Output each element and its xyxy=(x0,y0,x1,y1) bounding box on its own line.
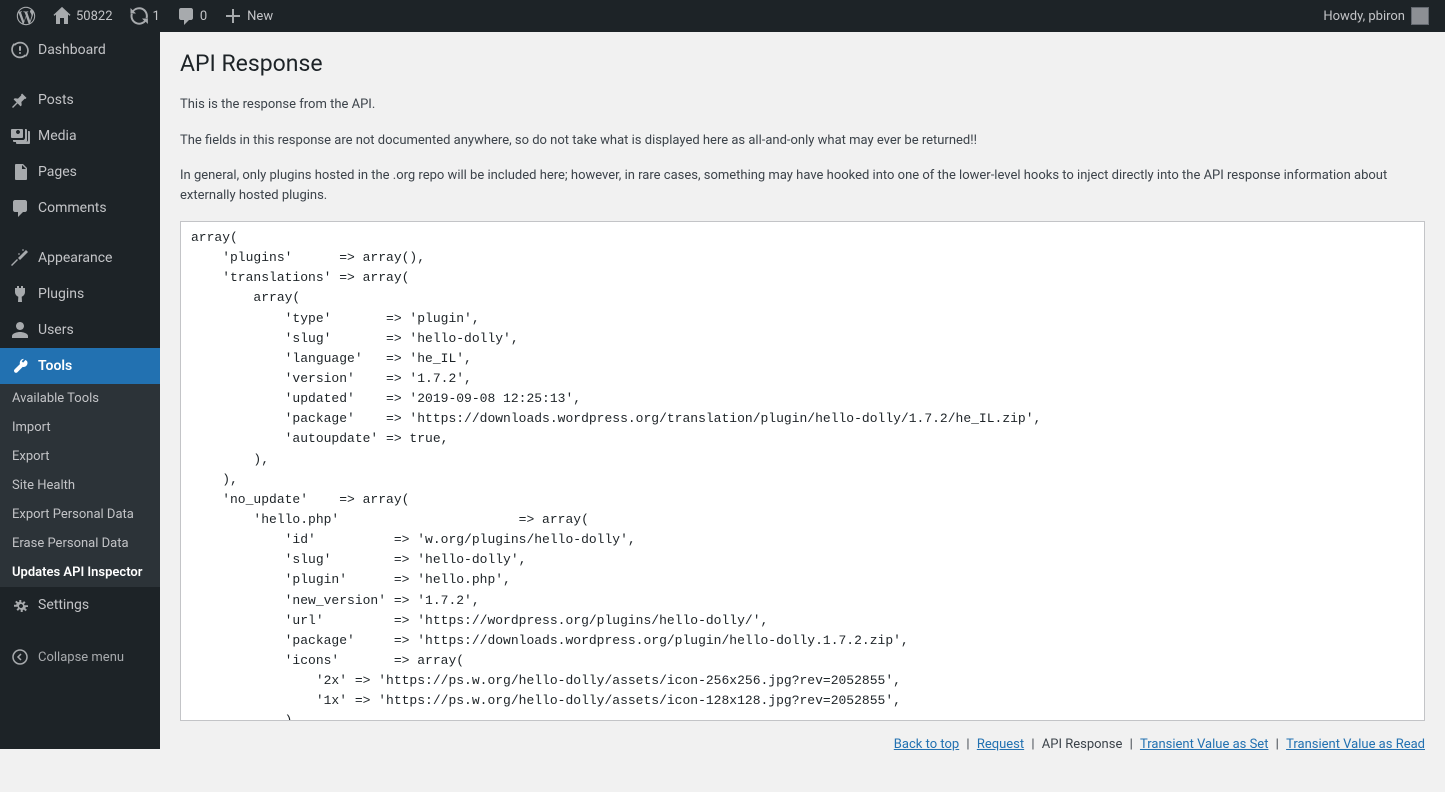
menu-settings[interactable]: Settings xyxy=(0,587,160,623)
comments-icon xyxy=(10,198,30,218)
intro-paragraph-1: This is the response from the API. xyxy=(180,95,1425,115)
new-label: New xyxy=(247,9,273,24)
link-transient-set[interactable]: Transient Value as Set xyxy=(1140,737,1268,752)
new-content-link[interactable]: New xyxy=(215,0,281,32)
footer-nav: Back to top | Request | API Response | T… xyxy=(180,737,1425,752)
wp-logo[interactable] xyxy=(8,0,44,32)
menu-pages[interactable]: Pages xyxy=(0,154,160,190)
avatar xyxy=(1411,7,1429,25)
settings-icon xyxy=(10,595,30,615)
submenu-tools: Available Tools Import Export Site Healt… xyxy=(0,384,160,587)
link-back-to-top[interactable]: Back to top xyxy=(894,737,959,752)
menu-posts[interactable]: Posts xyxy=(0,82,160,118)
site-id: 50822 xyxy=(76,9,113,24)
comment-icon xyxy=(176,6,196,26)
menu-comments[interactable]: Comments xyxy=(0,190,160,226)
home-icon xyxy=(52,6,72,26)
nav-current-api-response: API Response xyxy=(1042,737,1123,752)
submenu-updates-api-inspector[interactable]: Updates API Inspector xyxy=(0,558,160,587)
media-icon xyxy=(10,126,30,146)
collapse-menu-button[interactable]: Collapse menu xyxy=(0,637,160,677)
submenu-export[interactable]: Export xyxy=(0,442,160,471)
submenu-erase-personal-data[interactable]: Erase Personal Data xyxy=(0,529,160,558)
menu-tools[interactable]: Tools xyxy=(0,348,160,384)
users-icon xyxy=(10,320,30,340)
admin-menu: Dashboard Posts Media Pages Comments App… xyxy=(0,32,160,749)
site-name-link[interactable]: 50822 xyxy=(44,0,121,32)
menu-media[interactable]: Media xyxy=(0,118,160,154)
my-account-link[interactable]: Howdy, pbiron xyxy=(1315,0,1437,32)
wordpress-icon xyxy=(16,6,36,26)
page-title: API Response xyxy=(180,50,1425,77)
appearance-icon xyxy=(10,248,30,268)
content-area: API Response This is the response from t… xyxy=(160,32,1445,792)
menu-dashboard[interactable]: Dashboard xyxy=(0,32,160,68)
pin-icon xyxy=(10,90,30,110)
tools-icon xyxy=(10,356,30,376)
greeting-text: Howdy, pbiron xyxy=(1323,9,1405,24)
link-transient-read[interactable]: Transient Value as Read xyxy=(1286,737,1425,752)
menu-users[interactable]: Users xyxy=(0,312,160,348)
submenu-available-tools[interactable]: Available Tools xyxy=(0,384,160,413)
submenu-site-health[interactable]: Site Health xyxy=(0,471,160,500)
update-icon xyxy=(129,6,149,26)
plugin-icon xyxy=(10,284,30,304)
menu-plugins[interactable]: Plugins xyxy=(0,276,160,312)
dashboard-icon xyxy=(10,40,30,60)
page-icon xyxy=(10,162,30,182)
comments-count: 0 xyxy=(200,9,207,24)
intro-paragraph-2: The fields in this response are not docu… xyxy=(180,131,1425,151)
collapse-icon xyxy=(10,647,30,667)
intro-paragraph-3: In general, only plugins hosted in the .… xyxy=(180,166,1425,205)
submenu-import[interactable]: Import xyxy=(0,413,160,442)
updates-link[interactable]: 1 xyxy=(121,0,168,32)
link-request[interactable]: Request xyxy=(977,737,1024,752)
submenu-export-personal-data[interactable]: Export Personal Data xyxy=(0,500,160,529)
updates-count: 1 xyxy=(153,9,160,24)
plus-icon xyxy=(223,6,243,26)
menu-appearance[interactable]: Appearance xyxy=(0,240,160,276)
comments-link[interactable]: 0 xyxy=(168,0,215,32)
admin-bar: 50822 1 0 New Howdy, pbiron xyxy=(0,0,1445,32)
api-response-code[interactable]: array( 'plugins' => array(), 'translatio… xyxy=(180,221,1425,721)
